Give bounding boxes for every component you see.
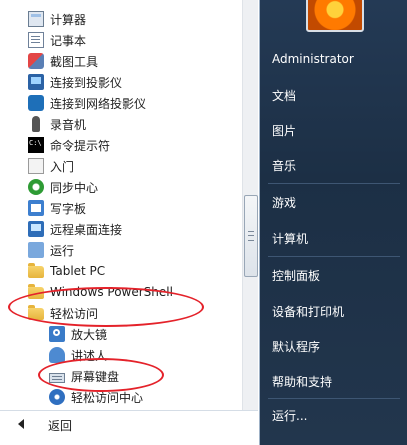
program-label: 录音机 (50, 117, 87, 132)
back-button[interactable]: 返回 (0, 410, 258, 438)
program-folder-tablet-pc[interactable]: Tablet PC (22, 261, 238, 281)
wordpad-icon (28, 200, 44, 216)
menu-computer[interactable]: 计算机 (272, 230, 308, 247)
programs-list: 计算器 记事本 截图工具 连接到投影仪 连接到网络投影仪 录音机 命令提示符 (0, 0, 242, 410)
program-label: 连接到投影仪 (50, 75, 123, 90)
scrollbar-thumb[interactable] (244, 195, 258, 277)
start-menu-right-pane: Administrator 文档 图片 音乐 游戏 计算机 控制面板 设备和打印… (260, 0, 407, 445)
program-item-sound-recorder[interactable]: 录音机 (22, 114, 238, 134)
folder-icon (28, 263, 44, 278)
remote-desktop-icon (28, 221, 44, 237)
command-prompt-icon (28, 137, 44, 153)
notepad-icon (28, 32, 44, 48)
program-item-calculator[interactable]: 计算器 (22, 9, 238, 29)
projector-icon (28, 74, 44, 90)
programs-scrollbar[interactable] (242, 0, 258, 410)
ease-of-access-icon (49, 389, 65, 405)
program-label: Tablet PC (50, 264, 106, 278)
program-item-snipping-tool[interactable]: 截图工具 (22, 51, 238, 71)
separator (268, 398, 400, 399)
getting-started-icon (28, 158, 44, 174)
microphone-icon (32, 116, 40, 132)
calculator-icon (28, 11, 44, 27)
program-item-command-prompt[interactable]: 命令提示符 (22, 135, 238, 155)
menu-help-support[interactable]: 帮助和支持 (272, 373, 332, 390)
back-arrow-icon (18, 419, 24, 429)
program-label: 运行 (50, 243, 75, 258)
menu-default-programs[interactable]: 默认程序 (272, 338, 320, 355)
program-label: 入门 (50, 159, 75, 174)
annotation-oval (38, 358, 164, 392)
separator (268, 183, 400, 184)
program-label: 放大镜 (71, 327, 108, 342)
menu-documents[interactable]: 文档 (272, 87, 296, 104)
program-item-projector[interactable]: 连接到投影仪 (22, 72, 238, 92)
sync-icon (28, 179, 44, 195)
program-label: 截图工具 (50, 54, 99, 69)
annotation-oval (8, 287, 204, 327)
program-label: 记事本 (50, 33, 87, 48)
program-item-remote-desktop[interactable]: 远程桌面连接 (22, 219, 238, 239)
snipping-tool-icon (28, 53, 44, 69)
program-item-notepad[interactable]: 记事本 (22, 30, 238, 50)
magnifier-icon (49, 326, 65, 342)
network-projector-icon (28, 95, 44, 111)
user-name-link[interactable]: Administrator (272, 52, 354, 66)
program-label: 连接到网络投影仪 (50, 96, 147, 111)
menu-devices-printers[interactable]: 设备和打印机 (272, 303, 344, 320)
program-label: 远程桌面连接 (50, 222, 123, 237)
program-item-magnifier[interactable]: 放大镜 (22, 324, 238, 344)
menu-control-panel[interactable]: 控制面板 (272, 267, 320, 284)
program-item-sync-center[interactable]: 同步中心 (22, 177, 238, 197)
run-icon (28, 242, 44, 258)
menu-music[interactable]: 音乐 (272, 157, 296, 174)
program-item-run[interactable]: 运行 (22, 240, 238, 260)
program-label: 命令提示符 (50, 138, 111, 153)
back-label: 返回 (48, 419, 73, 433)
user-avatar[interactable] (306, 0, 364, 32)
menu-games[interactable]: 游戏 (272, 194, 296, 211)
program-item-wordpad[interactable]: 写字板 (22, 198, 238, 218)
separator (268, 256, 400, 257)
program-label: 同步中心 (50, 180, 99, 195)
grip-icon (248, 231, 254, 241)
menu-pictures[interactable]: 图片 (272, 122, 296, 139)
program-label: 写字板 (50, 201, 87, 216)
program-item-network-projector[interactable]: 连接到网络投影仪 (22, 93, 238, 113)
program-label: 计算器 (50, 12, 87, 27)
menu-run[interactable]: 运行... (272, 407, 307, 424)
program-item-getting-started[interactable]: 入门 (22, 156, 238, 176)
